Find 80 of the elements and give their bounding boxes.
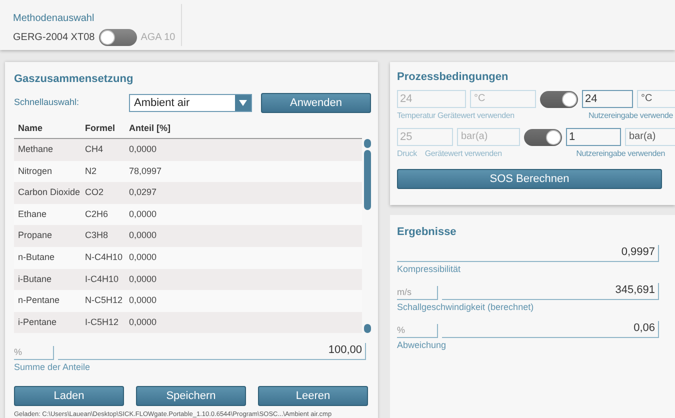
- table-cell-text: CH4: [85, 143, 104, 156]
- action-button[interactable]: Laden: [14, 386, 124, 406]
- table-cell-text: 0,0297: [129, 186, 157, 200]
- table-cell-text: 78,0997: [129, 164, 162, 178]
- action-button[interactable]: Anwenden: [261, 93, 371, 113]
- table-cell-text: n-Butane: [17, 251, 56, 264]
- table-cell-text: 0,0000: [129, 143, 157, 156]
- unit-field: %: [397, 324, 438, 338]
- table-cell-text: C3H8: [85, 229, 110, 242]
- field-label: Nutzereingabe verwende: [588, 110, 673, 122]
- table-cell-text: 0,0000: [129, 316, 157, 329]
- scroll-up-icon[interactable]: [364, 139, 371, 148]
- table-cell-text: N2: [85, 164, 98, 178]
- method-label: AGA 10: [140, 31, 176, 45]
- result-field: 0,06: [442, 321, 659, 338]
- table-row[interactable]: Methane CH4 0,0000: [14, 139, 362, 161]
- table-cell-text: n-Pentane: [17, 294, 61, 308]
- table-cell-text: 0,0000: [129, 229, 157, 242]
- table-cell-text: 0,0000: [129, 208, 157, 221]
- field-label: Temperatur: [397, 110, 436, 122]
- device-value-field: 25: [397, 128, 453, 146]
- table-row[interactable]: i-Pentane I-C5H12 0,0000: [14, 312, 362, 334]
- method-label: GERG-2004 XT08: [13, 31, 95, 45]
- table-cell-text: I-C5H12: [85, 316, 120, 329]
- unit-field: °C: [470, 90, 536, 108]
- unit-field: m/s: [397, 286, 438, 300]
- field-label: Gerätewert verwenden: [437, 110, 514, 122]
- sum-field: 100,00: [58, 343, 366, 360]
- table-cell-text: 0,0000: [129, 251, 157, 264]
- table-row[interactable]: Propane C3H8 0,0000: [14, 225, 362, 247]
- table-cell-text: N-C4H10: [85, 251, 124, 264]
- unit-field: bar(a): [457, 128, 520, 146]
- column-header: Anteil [%]: [129, 122, 170, 135]
- quick-select-dropdown[interactable]: Ambient air: [129, 94, 252, 112]
- action-button[interactable]: SOS Berechnen: [397, 169, 662, 189]
- field-label: Schallgeschwindigkeit (berechnet): [397, 301, 535, 313]
- toggle-switch[interactable]: [98, 29, 137, 46]
- field-label: Druck: [397, 148, 417, 160]
- device-value-field: 24: [397, 90, 466, 108]
- column-header: Formel: [85, 122, 116, 135]
- scrollbar[interactable]: [364, 139, 371, 334]
- scroll-down-icon[interactable]: [364, 324, 371, 334]
- field-label: Abweichung: [397, 339, 448, 351]
- table-cell-text: CO2: [85, 186, 105, 200]
- table-cell-text: N-C5H12: [85, 294, 124, 308]
- field-label: Summe der Anteile: [14, 361, 92, 374]
- table-cell-text: 0,0000: [129, 294, 157, 308]
- table-cell-text: C2H6: [85, 208, 110, 221]
- table-cell-text: Methane: [17, 143, 54, 156]
- section-title: Gaszusammensetzung: [14, 72, 134, 86]
- section-title: Prozessbedingungen: [397, 70, 510, 84]
- column-header: Name: [17, 122, 44, 135]
- result-field: 0,9997: [397, 245, 659, 262]
- user-value-field[interactable]: 24: [582, 90, 633, 108]
- table-cell-text: Ethane: [17, 208, 48, 221]
- table-cell-text: I-C4H10: [85, 272, 120, 286]
- table-cell-text: 0,0000: [129, 272, 157, 286]
- field-label: Nutzereingabe verwenden: [576, 148, 665, 160]
- field-label: Gerätewert verwenden: [424, 148, 502, 160]
- table-row[interactable]: Carbon Dioxide CO2 0,0297: [14, 182, 362, 204]
- user-value-field[interactable]: 1: [566, 128, 621, 146]
- table-row[interactable]: i-Butane I-C4H10 0,0000: [14, 268, 362, 290]
- table-cell-text: Propane: [17, 229, 54, 242]
- unit-field: °C: [637, 90, 675, 108]
- field-label: Kompressibilität: [397, 263, 462, 275]
- table-cell-text: Carbon Dioxide: [17, 186, 82, 200]
- scroll-thumb[interactable]: [364, 150, 371, 210]
- table-cell-text: i-Butane: [17, 272, 53, 286]
- table-cell-text: i-Pentane: [17, 316, 58, 329]
- field-label: Schnellauswahl:: [14, 96, 80, 110]
- result-field: 345,691: [442, 283, 659, 300]
- unit-field: bar(a): [625, 128, 675, 146]
- toggle-switch[interactable]: [540, 90, 578, 108]
- section-title: Ergebnisse: [397, 225, 458, 239]
- toggle-switch[interactable]: [524, 128, 562, 146]
- action-button[interactable]: Leeren: [258, 386, 368, 406]
- table-cell-text: Nitrogen: [17, 164, 54, 178]
- unit-field: %: [14, 346, 54, 360]
- section-title: Methodenauswahl: [13, 12, 96, 25]
- action-button[interactable]: Speichern: [136, 386, 246, 406]
